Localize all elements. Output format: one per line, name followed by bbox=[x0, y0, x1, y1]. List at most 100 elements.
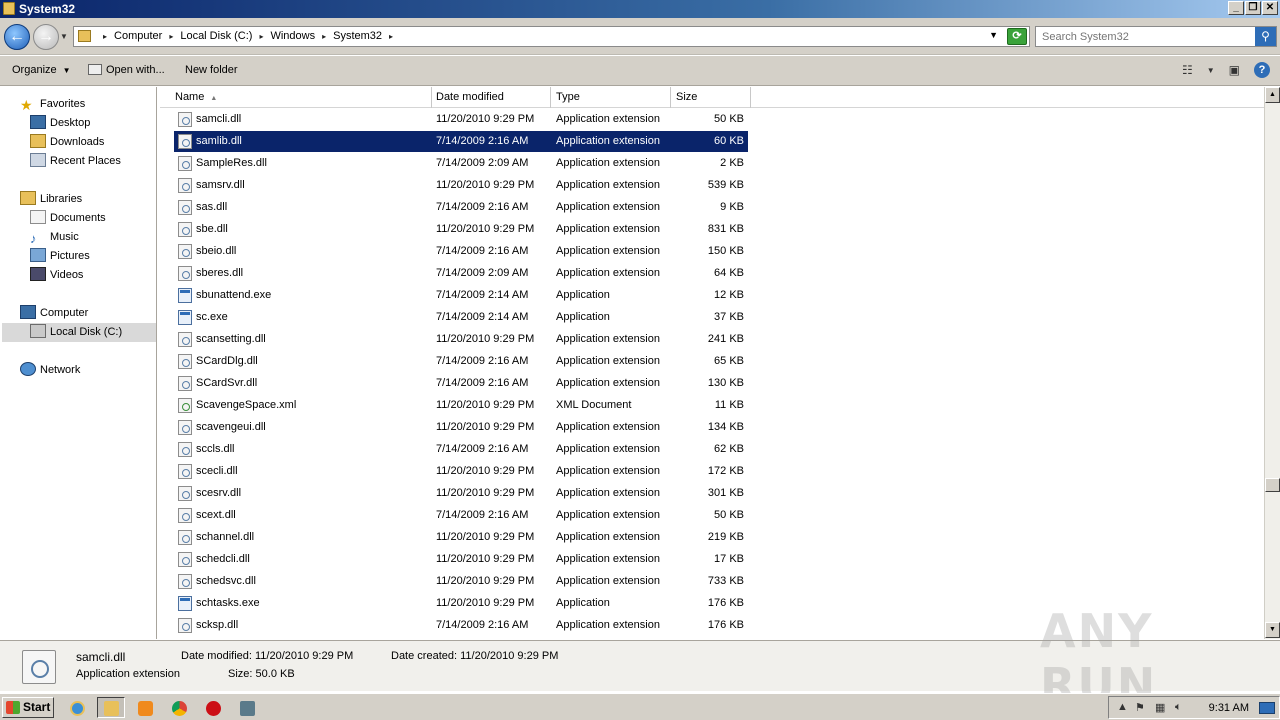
table-row[interactable]: ScavengeSpace.xml 11/20/2010 9:29 PM XML D… bbox=[174, 395, 748, 416]
file-date-modified: 11/20/2010 9:29 PM bbox=[436, 333, 535, 345]
taskbar-media-player[interactable] bbox=[131, 697, 159, 718]
address-bar[interactable]: ▸ Computer ▸ Local Disk (C:) ▸ Windows ▸… bbox=[73, 26, 1030, 47]
minimize-button[interactable]: _ bbox=[1228, 1, 1244, 15]
file-name: scesrv.dll bbox=[196, 487, 242, 499]
clock[interactable]: 9:31 AM bbox=[1209, 702, 1249, 714]
nav-network[interactable]: Network bbox=[20, 361, 80, 380]
breadcrumb-local-disk[interactable]: Local Disk (C:) bbox=[180, 30, 252, 42]
table-row[interactable]: scksp.dll 7/14/2009 2:16 AM Application ex… bbox=[174, 615, 748, 636]
taskbar-app[interactable] bbox=[233, 697, 261, 718]
table-row[interactable]: sccls.dll 7/14/2009 2:16 AM Application ex… bbox=[174, 439, 748, 460]
nav-recent-places[interactable]: Recent Places bbox=[30, 152, 121, 171]
start-button[interactable]: Start bbox=[2, 697, 54, 718]
restore-button[interactable]: ❐ bbox=[1245, 1, 1261, 15]
table-row[interactable]: SCardDlg.dll 7/14/2009 2:16 AM Application… bbox=[174, 351, 748, 372]
table-row[interactable]: samsrv.dll 11/20/2010 9:29 PM Application … bbox=[174, 175, 748, 196]
table-row[interactable]: schannel.dll 11/20/2010 9:29 PM Applicatio… bbox=[174, 527, 748, 548]
open-with-button[interactable]: Open with... bbox=[88, 64, 165, 76]
forward-button[interactable]: → bbox=[33, 24, 59, 50]
table-row[interactable]: sbeio.dll 7/14/2009 2:16 AM Application ex… bbox=[174, 241, 748, 262]
table-row[interactable]: samcli.dll 11/20/2010 9:29 PM Application … bbox=[174, 109, 748, 130]
taskbar-opera[interactable] bbox=[199, 697, 227, 718]
breadcrumb-separator-icon[interactable]: ▸ bbox=[169, 32, 173, 41]
breadcrumb-separator-icon[interactable]: ▸ bbox=[259, 32, 263, 41]
scroll-up-icon[interactable]: ▲ bbox=[1265, 87, 1280, 103]
action-center-flag-icon[interactable]: ⚑ bbox=[1135, 701, 1145, 714]
column-header-date[interactable]: Date modified bbox=[431, 87, 551, 108]
table-row[interactable]: schtasks.exe 11/20/2010 9:29 PM Applicatio… bbox=[174, 593, 748, 614]
nav-libraries-label: Libraries bbox=[40, 193, 83, 205]
help-icon[interactable]: ? bbox=[1254, 62, 1270, 78]
table-row[interactable]: schedsvc.dll 11/20/2010 9:29 PM Applicatio… bbox=[174, 571, 748, 592]
refresh-button[interactable]: ⟳ bbox=[1007, 28, 1027, 45]
breadcrumb-system32[interactable]: System32 bbox=[333, 30, 382, 42]
nav-videos[interactable]: Videos bbox=[30, 266, 83, 285]
taskbar-internet-explorer[interactable] bbox=[63, 697, 91, 718]
details-modified-value: 11/20/2010 9:29 PM bbox=[255, 650, 354, 662]
exe-file-icon bbox=[178, 288, 192, 303]
address-history-dropdown-icon[interactable]: ▼ bbox=[989, 30, 998, 40]
file-type: Application extension bbox=[556, 421, 660, 433]
column-header-size[interactable]: Size bbox=[671, 87, 751, 108]
change-view-icon[interactable]: ☷ bbox=[1182, 63, 1193, 77]
nav-documents[interactable]: Documents bbox=[30, 209, 106, 228]
show-desktop-icon[interactable] bbox=[1259, 702, 1275, 714]
table-row[interactable]: schedcli.dll 11/20/2010 9:29 PM Applicatio… bbox=[174, 549, 748, 570]
vertical-scrollbar[interactable]: ▲ ▼ bbox=[1264, 87, 1280, 639]
file-type: Application extension bbox=[556, 531, 660, 543]
breadcrumb-computer[interactable]: Computer bbox=[114, 30, 162, 42]
breadcrumb-windows[interactable]: Windows bbox=[270, 30, 315, 42]
organize-label: Organize bbox=[12, 64, 57, 76]
scrollbar-thumb[interactable] bbox=[1265, 478, 1280, 492]
breadcrumb-separator-icon[interactable]: ▸ bbox=[322, 32, 326, 41]
nav-documents-label: Documents bbox=[50, 212, 106, 224]
breadcrumb-separator-icon[interactable]: ▸ bbox=[389, 32, 393, 41]
table-row[interactable]: scecli.dll 11/20/2010 9:29 PM Application … bbox=[174, 461, 748, 482]
show-hidden-icons-icon[interactable]: ▲ bbox=[1117, 701, 1128, 713]
nav-desktop[interactable]: Desktop bbox=[30, 114, 90, 133]
nav-local-disk[interactable]: Local Disk (C:) bbox=[2, 323, 156, 342]
new-folder-button[interactable]: New folder bbox=[185, 64, 238, 76]
column-header-type[interactable]: Type bbox=[551, 87, 671, 108]
column-header-name[interactable]: Name ▲ bbox=[170, 87, 432, 108]
table-row[interactable]: scesrv.dll 11/20/2010 9:29 PM Application … bbox=[174, 483, 748, 504]
command-bar: Organize ▼ Open with... New folder ☷ ▼ ▣ … bbox=[0, 56, 1280, 86]
nav-music[interactable]: ♪ Music bbox=[30, 228, 79, 247]
table-row[interactable]: SCardSvr.dll 7/14/2009 2:16 AM Application… bbox=[174, 373, 748, 394]
table-row[interactable]: sberes.dll 7/14/2009 2:09 AM Application e… bbox=[174, 263, 748, 284]
file-size: 733 KB bbox=[707, 575, 744, 587]
details-size: Size: 50.0 KB bbox=[228, 668, 295, 680]
search-input[interactable] bbox=[1036, 27, 1254, 46]
back-button[interactable]: ← bbox=[4, 24, 30, 50]
nav-downloads[interactable]: Downloads bbox=[30, 133, 104, 152]
nav-favorites[interactable]: ★ Favorites bbox=[20, 95, 85, 114]
file-name: scecli.dll bbox=[196, 465, 238, 477]
nav-pictures[interactable]: Pictures bbox=[30, 247, 90, 266]
volume-icon[interactable]: 🔈︎ bbox=[1175, 701, 1182, 714]
breadcrumb-separator-icon[interactable]: ▸ bbox=[103, 32, 107, 41]
file-date-modified: 7/14/2009 2:14 AM bbox=[436, 289, 529, 301]
file-size: 172 KB bbox=[707, 465, 744, 477]
nav-libraries[interactable]: Libraries bbox=[20, 190, 82, 209]
table-row[interactable]: scext.dll 7/14/2009 2:16 AM Application ex… bbox=[174, 505, 748, 526]
table-row[interactable]: sbe.dll 11/20/2010 9:29 PM Application ext… bbox=[174, 219, 748, 240]
table-row[interactable]: scansetting.dll 11/20/2010 9:29 PM Applica… bbox=[174, 329, 748, 350]
table-row[interactable]: SampleRes.dll 7/14/2009 2:09 AM Applicatio… bbox=[174, 153, 748, 174]
view-options-dropdown-icon[interactable]: ▼ bbox=[1207, 66, 1215, 75]
table-row[interactable]: sc.exe 7/14/2009 2:14 AM Application 37 KB bbox=[174, 307, 748, 328]
taskbar-explorer[interactable] bbox=[97, 697, 125, 718]
network-status-icon[interactable]: ▦ bbox=[1155, 701, 1165, 714]
recent-pages-dropdown-icon[interactable]: ▼ bbox=[60, 32, 68, 41]
search-icon[interactable]: ⚲ bbox=[1255, 27, 1276, 46]
table-row[interactable]: scavengeui.dll 11/20/2010 9:29 PM Applicat… bbox=[174, 417, 748, 438]
table-row[interactable]: samlib.dll 7/14/2009 2:16 AM Application e… bbox=[174, 131, 748, 152]
table-row[interactable]: sas.dll 7/14/2009 2:16 AM Application exte… bbox=[174, 197, 748, 218]
table-row[interactable]: sbunattend.exe 7/14/2009 2:14 AM Applicati… bbox=[174, 285, 748, 306]
nav-computer[interactable]: Computer bbox=[20, 304, 88, 323]
close-button[interactable]: ✕ bbox=[1262, 1, 1278, 15]
file-size: 9 KB bbox=[720, 201, 744, 213]
organize-button[interactable]: Organize ▼ bbox=[12, 64, 71, 76]
taskbar-chrome[interactable] bbox=[165, 697, 193, 718]
preview-pane-icon[interactable]: ▣ bbox=[1229, 63, 1240, 77]
network-icon bbox=[20, 362, 36, 376]
